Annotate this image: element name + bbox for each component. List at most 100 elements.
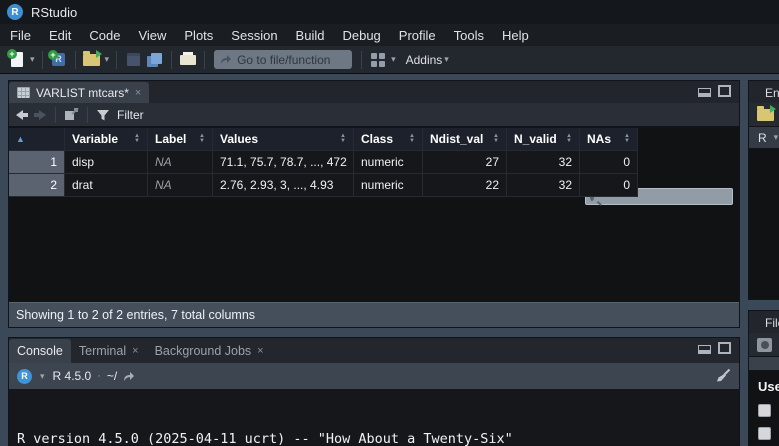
environment-r-dropdown[interactable]: R▾ — [749, 127, 779, 149]
rstudio-logo-icon: R — [7, 4, 23, 20]
print-icon[interactable] — [177, 49, 199, 71]
minimize-pane-icon[interactable] — [698, 345, 711, 354]
sort-icon: ▲▼ — [493, 134, 499, 144]
new-file-package-icon[interactable] — [757, 338, 772, 352]
header-n-valid[interactable]: N_valid▲▼ — [507, 128, 580, 151]
cell-values[interactable]: 71.1, 75.7, 78.7, ..., 472 — [213, 151, 354, 174]
files-toolbar — [749, 333, 779, 357]
cell-variable[interactable]: drat — [65, 174, 148, 197]
menu-tools[interactable]: Tools — [445, 28, 493, 43]
tab-background-jobs[interactable]: Background Jobs× — [147, 339, 272, 363]
load-workspace-icon[interactable] — [757, 109, 774, 121]
goto-directory-icon[interactable] — [123, 371, 135, 382]
menu-build[interactable]: Build — [287, 28, 334, 43]
environment-tabbar: Envir — [749, 81, 779, 103]
title-bar: R RStudio — [0, 0, 779, 24]
console-tabbar: Console Terminal× Background Jobs× — [9, 338, 739, 363]
header-nas[interactable]: NAs▲▼ — [580, 128, 638, 151]
header-variable[interactable]: Variable▲▼ — [65, 128, 148, 151]
console-output[interactable]: R version 4.5.0 (2025-04-11 ucrt) -- "Ho… — [9, 389, 739, 446]
table-status-bar: Showing 1 to 2 of 2 entries, 7 total col… — [9, 302, 739, 327]
status-text: Showing 1 to 2 of 2 entries, 7 total col… — [16, 308, 255, 322]
goto-placeholder: Go to file/function — [237, 53, 330, 67]
header-label[interactable]: Label▲▼ — [148, 128, 213, 151]
cell-class[interactable]: numeric — [354, 174, 423, 197]
main-toolbar: + ▾ R+ ▾ Go to file/function ▾ Addins ▾ — [0, 46, 779, 74]
popout-window-icon[interactable] — [64, 108, 79, 121]
new-file-icon[interactable]: + — [6, 49, 28, 71]
menu-help[interactable]: Help — [493, 28, 538, 43]
open-file-icon[interactable] — [81, 49, 103, 71]
save-icon[interactable] — [122, 49, 144, 71]
r-version-icon[interactable]: R — [17, 369, 32, 384]
new-file-dropdown-icon[interactable]: ▾ — [28, 54, 37, 65]
tab-terminal[interactable]: Terminal× — [71, 339, 147, 363]
menu-debug[interactable]: Debug — [333, 28, 389, 43]
files-header-row — [749, 357, 779, 371]
cell-values[interactable]: 2.76, 2.93, 3, ..., 4.93 — [213, 174, 354, 197]
sort-icon: ▲▼ — [566, 134, 572, 144]
header-rownum[interactable]: ▲ — [9, 128, 65, 151]
environment-pane: Envir R▾ — [748, 80, 779, 300]
panes-layout-icon[interactable] — [367, 49, 389, 71]
console-version-bar: R ▾ R 4.5.0 · ~/ — [9, 363, 739, 389]
filter-button[interactable]: Filter — [117, 108, 144, 122]
tab-close-icon[interactable]: × — [135, 87, 141, 99]
sort-icon: ▲▼ — [199, 134, 205, 144]
source-tabbar: VARLIST mtcars* × — [9, 81, 739, 103]
clear-console-icon[interactable] — [715, 368, 731, 384]
addins-dropdown-icon[interactable]: ▾ — [442, 54, 451, 65]
forward-icon[interactable] — [33, 109, 47, 121]
menu-session[interactable]: Session — [222, 28, 286, 43]
save-all-icon[interactable] — [144, 49, 166, 71]
menu-edit[interactable]: Edit — [40, 28, 80, 43]
menu-code[interactable]: Code — [80, 28, 129, 43]
back-icon[interactable] — [15, 109, 29, 121]
cell-variable[interactable]: disp — [65, 151, 148, 174]
minimize-pane-icon[interactable] — [698, 88, 711, 97]
file-checkbox[interactable] — [758, 427, 771, 440]
header-values[interactable]: Values▲▼ — [213, 128, 354, 151]
sort-icon: ▲▼ — [624, 134, 630, 144]
rstudio-window: R RStudio File Edit Code View Plots Sess… — [0, 0, 779, 446]
cell-ndist-val[interactable]: 27 — [423, 151, 507, 174]
menu-plots[interactable]: Plots — [175, 28, 222, 43]
cell-label[interactable]: NA — [148, 174, 213, 197]
tab-close-icon[interactable]: × — [257, 345, 263, 357]
tab-close-icon[interactable]: × — [132, 345, 138, 357]
data-viewer-pane: VARLIST mtcars* × Filter ▲ Variable▲▼ — [8, 80, 740, 328]
sort-icon: ▲▼ — [409, 134, 415, 144]
filter-icon[interactable] — [96, 109, 110, 121]
cell-ndist-val[interactable]: 22 — [423, 174, 507, 197]
cell-rownum[interactable]: 2 — [9, 174, 65, 197]
cell-n-valid[interactable]: 32 — [507, 151, 580, 174]
tab-varlist-mtcars[interactable]: VARLIST mtcars* × — [9, 82, 149, 103]
menu-file[interactable]: File — [1, 28, 40, 43]
tab-files[interactable]: Files — [765, 316, 779, 330]
cell-nas[interactable]: 0 — [580, 174, 638, 197]
file-checkbox[interactable] — [758, 404, 771, 417]
maximize-pane-icon[interactable] — [718, 85, 731, 97]
open-file-dropdown-icon[interactable]: ▾ — [103, 54, 112, 65]
environment-toolbar — [749, 103, 779, 127]
cell-n-valid[interactable]: 32 — [507, 174, 580, 197]
goto-file-function-input[interactable]: Go to file/function — [214, 50, 352, 69]
addins-button[interactable]: Addins — [406, 53, 443, 67]
cell-rownum[interactable]: 1 — [9, 151, 65, 174]
menu-profile[interactable]: Profile — [390, 28, 445, 43]
header-class[interactable]: Class▲▼ — [354, 128, 423, 151]
table-header-row: ▲ Variable▲▼ Label▲▼ Values▲▼ Class▲▼ Nd… — [9, 128, 639, 151]
cell-class[interactable]: numeric — [354, 151, 423, 174]
menu-view[interactable]: View — [129, 28, 175, 43]
header-ndist-val[interactable]: Ndist_val▲▼ — [423, 128, 507, 151]
cell-nas[interactable]: 0 — [580, 151, 638, 174]
tab-environment[interactable]: Envir — [765, 86, 779, 100]
maximize-pane-icon[interactable] — [718, 342, 731, 354]
cell-label[interactable]: NA — [148, 151, 213, 174]
new-project-icon[interactable]: R+ — [48, 49, 70, 71]
tab-console[interactable]: Console — [9, 339, 71, 363]
r-version-dropdown-icon[interactable]: ▾ — [38, 371, 47, 382]
working-directory[interactable]: ~/ — [107, 369, 117, 383]
table-row: 2 drat NA 2.76, 2.93, 3, ..., 4.93 numer… — [9, 174, 639, 197]
panes-dropdown-icon[interactable]: ▾ — [389, 54, 398, 65]
